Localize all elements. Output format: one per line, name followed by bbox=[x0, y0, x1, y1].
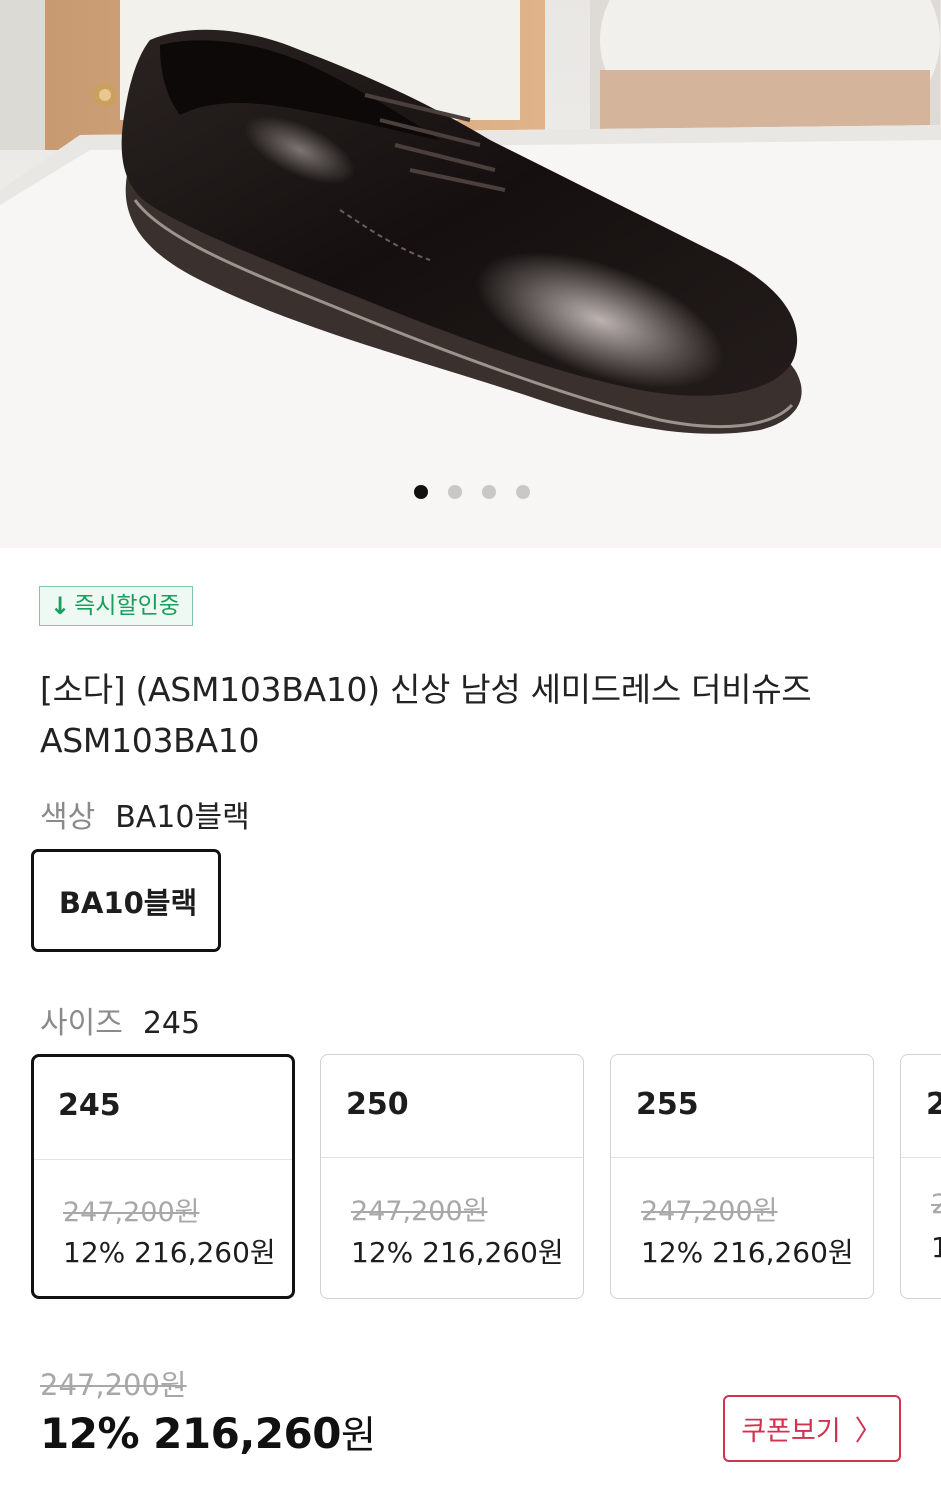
view-coupon-button[interactable]: 쿠폰보기 〉 bbox=[723, 1395, 901, 1462]
original-price: 247,200원 bbox=[351, 1196, 488, 1227]
size-card-245[interactable]: 245 247,200원 12% 216,260원 bbox=[31, 1054, 295, 1299]
size-option-label: 사이즈 245 bbox=[40, 998, 200, 1042]
chevron-right-icon: 〉 bbox=[854, 1413, 883, 1447]
size-option-selected: 245 bbox=[142, 1006, 201, 1041]
color-chip-label: BA10블랙 bbox=[58, 885, 198, 920]
sale-price: 12% 216,260원 bbox=[63, 1236, 276, 1269]
product-image-carousel[interactable] bbox=[0, 0, 941, 548]
color-option-key: 색상 bbox=[40, 800, 96, 835]
badge-label: 즉시할인중 bbox=[74, 593, 180, 619]
size-card-250[interactable]: 250 247,200원 12% 216,260원 bbox=[320, 1054, 584, 1299]
carousel-dot-2[interactable] bbox=[447, 485, 462, 499]
size-value: 250 bbox=[346, 1087, 409, 1122]
size-card-partial[interactable]: 2 2 1 bbox=[900, 1054, 941, 1299]
currency-unit: 원 bbox=[340, 1413, 376, 1457]
instant-discount-badge: ↓ 즉시할인중 bbox=[39, 586, 193, 626]
carousel-dot-3[interactable] bbox=[481, 485, 496, 499]
coupon-button-label: 쿠폰보기 bbox=[741, 1416, 841, 1447]
total-sale-price: 12% 216,260원 bbox=[40, 1404, 376, 1459]
original-price: 2 bbox=[931, 1189, 941, 1220]
color-option-selected: BA10블랙 bbox=[115, 800, 250, 835]
sale-price: 12% 216,260원 bbox=[641, 1236, 854, 1269]
down-arrow-icon: ↓ bbox=[50, 592, 71, 620]
discount-rate: 12% bbox=[40, 1409, 140, 1458]
size-value: 245 bbox=[58, 1088, 121, 1123]
sale-price: 1 bbox=[931, 1231, 941, 1264]
divider bbox=[321, 1157, 583, 1158]
original-price: 247,200원 bbox=[641, 1196, 778, 1227]
carousel-indicator[interactable] bbox=[0, 485, 941, 499]
carousel-dot-1[interactable] bbox=[413, 485, 428, 499]
size-option-key: 사이즈 bbox=[40, 1006, 123, 1041]
divider bbox=[34, 1159, 292, 1160]
sale-amount: 216,260 bbox=[153, 1409, 341, 1458]
size-value: 255 bbox=[636, 1087, 699, 1122]
product-detail-page: ↓ 즉시할인중 [소다] (ASM103BA10) 신상 남성 세미드레스 더비… bbox=[0, 0, 941, 1500]
total-original-price: 247,200원 bbox=[40, 1368, 187, 1402]
size-card-255[interactable]: 255 247,200원 12% 216,260원 bbox=[610, 1054, 874, 1299]
product-image bbox=[0, 0, 941, 548]
divider bbox=[611, 1157, 873, 1158]
original-price: 247,200원 bbox=[63, 1197, 200, 1228]
product-title: [소다] (ASM103BA10) 신상 남성 세미드레스 더비슈즈 ASM10… bbox=[40, 670, 812, 760]
color-option-label: 색상 BA10블랙 bbox=[40, 792, 250, 836]
size-value: 2 bbox=[926, 1087, 941, 1122]
divider bbox=[901, 1157, 941, 1158]
carousel-dot-4[interactable] bbox=[515, 485, 530, 499]
sale-price: 12% 216,260원 bbox=[351, 1236, 564, 1269]
color-chip-ba10-black[interactable]: BA10블랙 bbox=[31, 849, 221, 952]
